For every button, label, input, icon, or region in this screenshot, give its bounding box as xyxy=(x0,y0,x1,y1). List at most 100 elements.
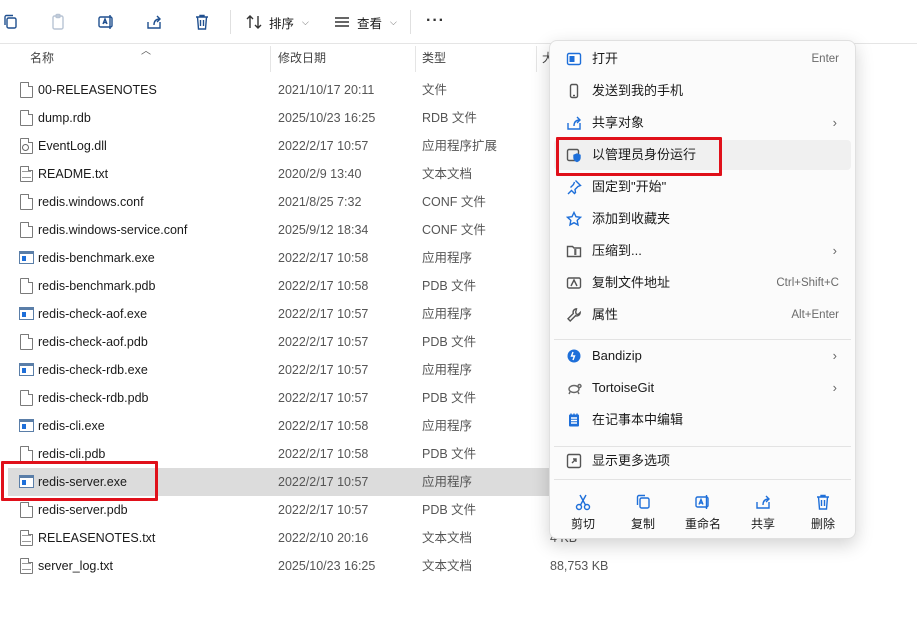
file-date: 2022/2/17 10:58 xyxy=(278,251,369,265)
file-row[interactable]: redis-cli.exe 2022/2/17 10:58 应用程序 xyxy=(0,412,560,440)
file-name: server_log.txt xyxy=(38,559,114,573)
rename-icon xyxy=(98,15,113,29)
file-row[interactable]: RELEASENOTES.txt2022/2/10 20:16文本文档4 KB xyxy=(0,524,577,552)
column-type[interactable]: 类型 xyxy=(422,44,446,74)
file-row[interactable]: server_log.txt 2025/10/23 16:25 文本文档 88,753… xyxy=(0,552,608,580)
column-divider[interactable] xyxy=(536,46,537,72)
quick-action-button[interactable]: 删除 xyxy=(793,489,853,535)
menu-item-label: 打开 xyxy=(592,51,619,66)
file-row[interactable]: dump.rdb 2025/10/23 16:25 RDB 文件 xyxy=(0,104,560,132)
menu-item[interactable]: TortoiseGit › xyxy=(554,373,851,403)
highlight-box-run-as-admin xyxy=(556,137,722,176)
file-date: 2022/2/17 10:58 xyxy=(278,447,369,461)
delete-icon xyxy=(817,494,829,510)
open-app-icon xyxy=(566,51,582,67)
view-icon xyxy=(335,17,349,27)
quick-action-button[interactable]: 重命名 xyxy=(673,489,733,535)
file-row[interactable]: EventLog.dll 2022/2/17 10:57 应用程序扩展 xyxy=(0,132,560,160)
share-icon xyxy=(756,495,770,509)
menu-item-label: 共享对象 xyxy=(592,115,645,130)
menu-item[interactable]: 压缩到... › xyxy=(554,236,851,266)
menu-item[interactable]: 属性 Alt+Enter xyxy=(554,300,851,330)
zip-folder-icon xyxy=(566,243,582,259)
chevron-right-icon: › xyxy=(832,348,837,363)
chevron-down-icon: ⌵ xyxy=(390,16,397,27)
menu-item[interactable]: Bandizip › xyxy=(554,341,851,371)
file-name: RELEASENOTES.txt xyxy=(38,531,156,545)
column-divider[interactable] xyxy=(270,46,271,72)
menu-item-shortcut: Enter xyxy=(811,53,840,65)
menu-divider xyxy=(554,446,851,447)
menu-item[interactable]: 发送到我的手机 xyxy=(554,76,851,106)
more-options-button[interactable]: ··· xyxy=(426,12,445,30)
command-bar: 排序 ⌵ 查看 ⌵ ··· xyxy=(0,0,917,44)
menu-item-shortcut: Alt+Enter xyxy=(791,309,839,321)
file-size: 88,753 KB xyxy=(550,559,609,573)
toolbar-divider xyxy=(230,10,231,34)
menu-item[interactable]: 显示更多选项 xyxy=(554,446,851,476)
menu-item-label: Bandizip xyxy=(592,348,642,363)
file-icon xyxy=(20,334,33,350)
file-row[interactable]: redis-check-rdb.pdb 2022/2/17 10:57 PDB 文件 xyxy=(0,384,560,412)
file-date: 2022/2/17 10:57 xyxy=(278,391,369,405)
more-options-icon xyxy=(566,453,582,469)
file-type: 文本文档 xyxy=(422,559,473,573)
file-icon xyxy=(20,110,33,126)
quick-action-button[interactable]: 复制 xyxy=(613,489,673,535)
file-row[interactable]: redis.windows.conf 2021/8/25 7:32 CONF 文件 xyxy=(0,188,560,216)
file-name: redis-check-rdb.pdb xyxy=(38,391,149,405)
menu-item[interactable]: 固定到"开始" xyxy=(554,172,851,202)
exe-icon xyxy=(19,251,34,264)
toolbar-divider xyxy=(410,10,411,34)
delete-button[interactable] xyxy=(193,8,211,36)
file-row[interactable]: 00-RELEASENOTES 2021/10/17 20:11 文件 xyxy=(0,76,560,104)
file-row[interactable]: redis-benchmark.exe 2022/2/17 10:58 应用程序 xyxy=(0,244,560,272)
menu-item[interactable]: 添加到收藏夹 xyxy=(554,204,851,234)
file-icon xyxy=(20,502,33,518)
paste-icon xyxy=(52,13,64,30)
quick-action-button[interactable]: 共享 xyxy=(733,489,793,535)
file-row[interactable]: README.txt 2020/2/9 13:40 文本文档 xyxy=(0,160,560,188)
file-type: CONF 文件 xyxy=(422,223,486,237)
file-type: RDB 文件 xyxy=(422,111,477,125)
file-row[interactable]: redis-benchmark.pdb 2022/2/17 10:58 PDB 文件 xyxy=(0,272,560,300)
file-type: 文件 xyxy=(422,83,448,97)
file-name: redis-benchmark.exe xyxy=(38,251,155,265)
quick-action-label: 删除 xyxy=(810,517,835,531)
column-name[interactable]: 名称 xyxy=(30,44,54,74)
rename-icon xyxy=(695,495,709,509)
column-divider[interactable] xyxy=(415,46,416,72)
file-date: 2021/8/25 7:32 xyxy=(278,195,362,209)
menu-item[interactable]: 共享对象 › xyxy=(554,108,851,138)
rename-button[interactable] xyxy=(97,8,115,36)
menu-item-label: 显示更多选项 xyxy=(592,453,671,468)
column-date[interactable]: 修改日期 xyxy=(278,44,326,74)
menu-item[interactable]: 复制文件地址 Ctrl+Shift+C xyxy=(554,268,851,298)
star-icon xyxy=(565,210,583,227)
file-row[interactable]: redis.windows-service.conf 2025/9/12 18:3… xyxy=(0,216,560,244)
menu-item-label: 压缩到... xyxy=(592,243,642,258)
menu-item[interactable]: 在记事本中编辑 xyxy=(554,405,851,435)
copy-path-icon xyxy=(566,275,582,291)
file-name: EventLog.dll xyxy=(38,139,107,153)
file-row[interactable]: redis-check-aof.exe 2022/2/17 10:57 应用程序 xyxy=(0,300,560,328)
quick-action-button[interactable]: 剪切 xyxy=(553,489,613,535)
menu-item-label: 发送到我的手机 xyxy=(592,83,684,98)
file-name: redis-benchmark.pdb xyxy=(38,279,156,293)
sort-button[interactable]: 排序 ⌵ xyxy=(245,8,309,36)
menu-item[interactable]: 打开 Enter xyxy=(554,44,851,74)
copy-button[interactable] xyxy=(2,8,20,36)
file-date: 2022/2/17 10:57 xyxy=(278,363,369,377)
sort-icon xyxy=(246,15,262,29)
menu-item-label: 在记事本中编辑 xyxy=(592,412,684,427)
file-date: 2025/10/23 16:25 xyxy=(278,559,376,573)
file-type: 应用程序 xyxy=(422,363,473,377)
file-row[interactable]: redis-check-rdb.exe 2022/2/17 10:57 应用程序 xyxy=(0,356,560,384)
chevron-right-icon: › xyxy=(832,115,837,130)
share-button[interactable] xyxy=(145,8,163,36)
file-row[interactable]: redis-check-aof.pdb 2022/2/17 10:57 PDB 文件 xyxy=(0,328,560,356)
file-date: 2025/9/12 18:34 xyxy=(278,223,369,237)
view-button[interactable]: 查看 ⌵ xyxy=(333,8,397,36)
paste-button[interactable] xyxy=(50,8,68,36)
wrench-icon xyxy=(566,307,582,323)
